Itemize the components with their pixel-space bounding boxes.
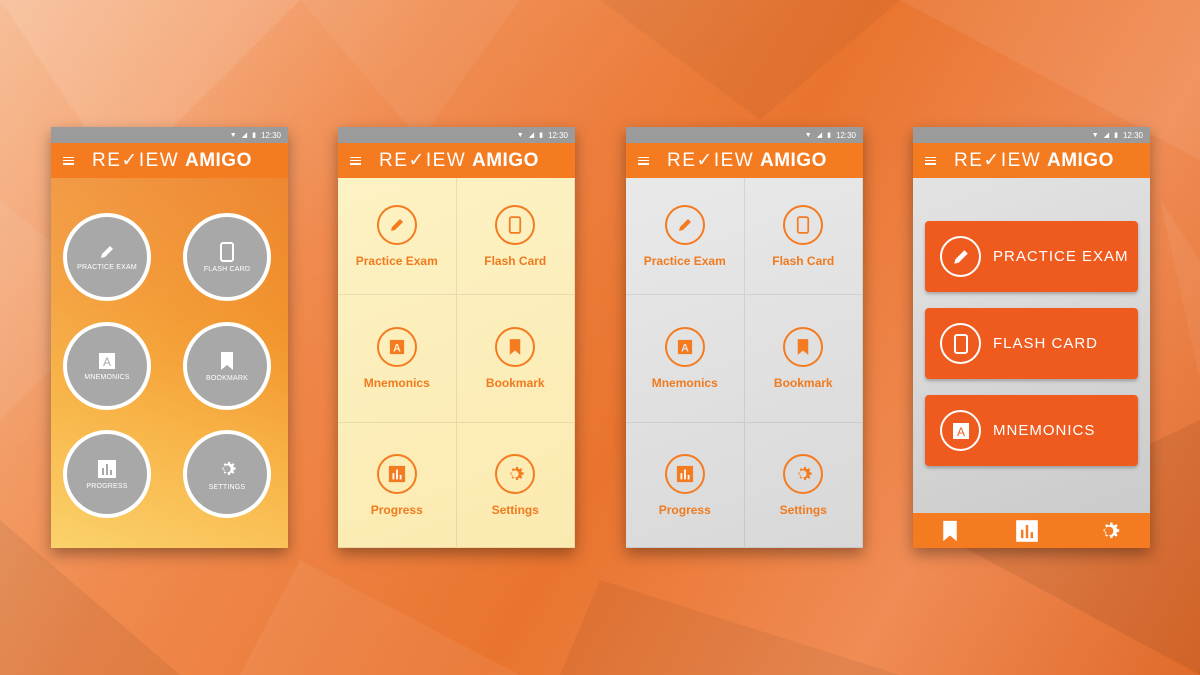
- status-time: 12:30: [835, 130, 856, 140]
- bookmark-tile[interactable]: Bookmark: [744, 295, 863, 423]
- battery-icon: ▮: [252, 132, 256, 139]
- status-bar: ▼ ◢ ▮ 12:30: [338, 127, 575, 143]
- pencil-icon: [390, 218, 403, 231]
- gear-icon: [798, 466, 812, 480]
- chart-icon[interactable]: [1015, 519, 1039, 543]
- status-time: 12:30: [1122, 130, 1143, 140]
- gear-icon: [510, 466, 524, 480]
- status-bar: ▼ ◢ ▮ 12:30: [51, 127, 288, 143]
- status-bar: ▼ ◢ ▮ 12:30: [913, 127, 1150, 143]
- status-bar: ▼ ◢ ▮ 12:30: [626, 127, 863, 143]
- signal-icon: ◢: [816, 132, 823, 139]
- phone-cream-grid: ▼ ◢ ▮ 12:30 RE✓IEW AMIGO Practice Exam F…: [338, 127, 575, 548]
- hamburger-menu-icon[interactable]: [925, 156, 936, 165]
- svg-text:A: A: [393, 342, 401, 354]
- settings-tile[interactable]: Settings: [744, 423, 863, 548]
- app-bar: RE✓IEW AMIGO: [626, 143, 863, 178]
- chart-icon: [388, 465, 405, 482]
- battery-icon: ▮: [827, 132, 831, 139]
- wifi-icon: ▼: [516, 131, 524, 139]
- bookmark-button[interactable]: BOOKMARK: [183, 322, 271, 410]
- letter-a-icon: A: [389, 339, 404, 354]
- svg-text:A: A: [681, 342, 689, 354]
- practice-exam-button[interactable]: PRACTICE EXAM: [63, 213, 151, 301]
- wifi-icon: ▼: [1091, 131, 1099, 139]
- svg-text:A: A: [103, 355, 111, 369]
- app-bar: RE✓IEW AMIGO: [51, 143, 288, 178]
- pencil-icon: [678, 218, 691, 231]
- progress-button[interactable]: PROGRESS: [63, 430, 151, 518]
- letter-a-icon: A: [677, 339, 692, 354]
- signal-icon: ◢: [241, 132, 248, 139]
- settings-button[interactable]: SETTINGS: [183, 430, 271, 518]
- app-title: RE✓IEW AMIGO: [954, 150, 1114, 171]
- mnemonics-button[interactable]: A MNEMONICS: [63, 322, 151, 410]
- phone-gray-grid: ▼ ◢ ▮ 12:30 RE✓IEW AMIGO Practice Exam F…: [626, 127, 863, 548]
- letter-a-icon: A: [99, 352, 115, 369]
- card-icon: [509, 215, 522, 234]
- wifi-icon: ▼: [804, 131, 812, 139]
- practice-exam-button[interactable]: PRACTICE EXAM: [925, 221, 1138, 292]
- phone-circle-layout: ▼ ◢ ▮ 12:30 RE✓IEW AMIGO PRACTICE EXAM F…: [51, 127, 288, 548]
- pencil-icon: [953, 249, 968, 264]
- hamburger-menu-icon[interactable]: [63, 156, 74, 165]
- signal-icon: ◢: [1103, 132, 1110, 139]
- app-title: RE✓IEW AMIGO: [92, 150, 252, 171]
- flash-card-button[interactable]: FLASH CARD: [183, 213, 271, 301]
- progress-tile[interactable]: Progress: [626, 423, 745, 548]
- phone-bar-layout: ▼ ◢ ▮ 12:30 RE✓IEW AMIGO PRACTICE EXAM F…: [913, 127, 1150, 548]
- card-icon: [797, 215, 810, 234]
- progress-tile[interactable]: Progress: [338, 423, 457, 548]
- signal-icon: ◢: [528, 132, 535, 139]
- svg-text:A: A: [956, 425, 964, 439]
- flash-card-button[interactable]: FLASH CARD: [925, 308, 1138, 379]
- app-bar: RE✓IEW AMIGO: [338, 143, 575, 178]
- gear-icon[interactable]: [1096, 518, 1122, 544]
- bookmark-icon: [798, 339, 809, 355]
- gear-icon: [222, 461, 236, 475]
- flash-card-tile[interactable]: Flash Card: [744, 178, 863, 295]
- hamburger-menu-icon[interactable]: [350, 156, 361, 165]
- mnemonics-tile[interactable]: A Mnemonics: [338, 295, 457, 423]
- settings-tile[interactable]: Settings: [456, 423, 575, 548]
- app-title: RE✓IEW AMIGO: [667, 150, 827, 171]
- pencil-icon: [101, 245, 113, 258]
- bookmark-icon: [221, 351, 233, 370]
- hamburger-menu-icon[interactable]: [638, 156, 649, 165]
- letter-a-icon: A: [952, 422, 969, 439]
- practice-exam-tile[interactable]: Practice Exam: [626, 178, 745, 295]
- app-title: RE✓IEW AMIGO: [379, 150, 539, 171]
- bookmark-icon[interactable]: [941, 519, 959, 543]
- chart-icon: [98, 459, 116, 478]
- card-icon: [953, 333, 968, 354]
- card-icon: [220, 241, 234, 262]
- app-bar: RE✓IEW AMIGO: [913, 143, 1150, 178]
- practice-exam-tile[interactable]: Practice Exam: [338, 178, 457, 295]
- mnemonics-tile[interactable]: A Mnemonics: [626, 295, 745, 423]
- chart-icon: [676, 465, 693, 482]
- bookmark-tile[interactable]: Bookmark: [456, 295, 575, 423]
- bookmark-icon: [510, 339, 521, 355]
- wifi-icon: ▼: [229, 131, 237, 139]
- status-time: 12:30: [260, 130, 281, 140]
- flash-card-tile[interactable]: Flash Card: [456, 178, 575, 295]
- battery-icon: ▮: [1114, 132, 1118, 139]
- battery-icon: ▮: [539, 132, 543, 139]
- status-time: 12:30: [547, 130, 568, 140]
- bottom-navigation: [913, 513, 1150, 548]
- mnemonics-button[interactable]: A MNEMONICS: [925, 395, 1138, 466]
